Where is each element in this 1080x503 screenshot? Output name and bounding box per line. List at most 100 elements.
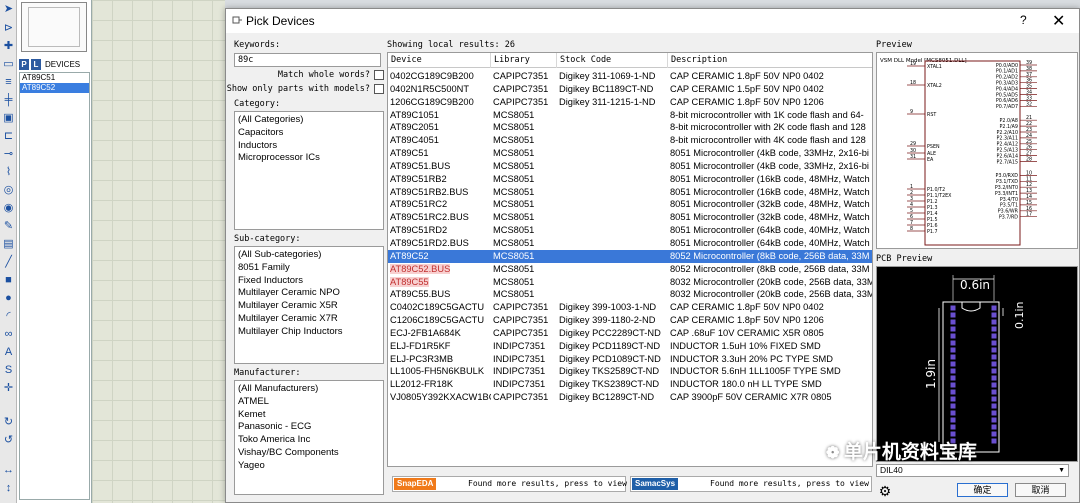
- result-device: AT89C4051: [388, 134, 491, 147]
- line-icon[interactable]: ╱: [2, 256, 15, 269]
- manufacturer-item[interactable]: ATMEL: [235, 396, 383, 409]
- device-pin-icon[interactable]: ⊸: [2, 148, 15, 161]
- result-row[interactable]: 0402N1R5C500NT CAPIPC7351 Digikey BC1189CT…: [388, 83, 872, 96]
- virtual-instrument-icon[interactable]: ▤: [2, 238, 15, 251]
- tape-recorder-icon[interactable]: ◎: [2, 184, 15, 197]
- circle-icon[interactable]: ●: [2, 292, 15, 305]
- show-only-models-checkbox[interactable]: [374, 84, 384, 94]
- category-item[interactable]: Capacitors: [235, 127, 383, 140]
- result-row[interactable]: ELJ-FD1R5KF INDIPC7351 Digikey PCD1189CT-N…: [388, 340, 872, 353]
- result-row[interactable]: LL2012-FR18K INDIPC7351 Digikey TKS2389CT-…: [388, 378, 872, 391]
- pick-devices-button[interactable]: P: [19, 59, 29, 70]
- match-whole-words-checkbox[interactable]: [374, 70, 384, 80]
- result-row[interactable]: 1206CG189C9B200 CAPIPC7351 Digikey 311-121…: [388, 96, 872, 109]
- subcategory-item[interactable]: Multilayer Ceramic X7R: [235, 313, 383, 326]
- subcategory-item[interactable]: Multilayer Chip Inductors: [235, 326, 383, 339]
- overview-window[interactable]: [21, 2, 87, 52]
- pin-number: 21: [1026, 115, 1032, 121]
- category-item[interactable]: Microprocessor ICs: [235, 152, 383, 165]
- device-list[interactable]: AT89C51 AT89C52: [19, 72, 90, 500]
- help-button[interactable]: ?: [1020, 13, 1027, 27]
- device-item-selected[interactable]: AT89C52: [20, 83, 89, 93]
- keywords-input[interactable]: 89c: [234, 53, 381, 67]
- result-row[interactable]: LL1005-FH5N6KBULK INDIPC7351 Digikey TKS25…: [388, 365, 872, 378]
- result-row[interactable]: AT89C55.BUS MCS8051 8032 Microcontroller (…: [388, 288, 872, 301]
- manufacturer-item[interactable]: Toko America Inc: [235, 434, 383, 447]
- result-row[interactable]: AT89C1051 MCS8051 8-bit microcontroller wi…: [388, 109, 872, 122]
- manufacturer-list[interactable]: (All Manufacturers) ATMEL Kemet Panasoni…: [234, 380, 384, 495]
- rotate-ccw-icon[interactable]: ↺: [2, 434, 15, 447]
- result-row[interactable]: VJ0805Y392KXACW1BC CAPIPC7351 Digikey BC12…: [388, 391, 872, 404]
- result-device-text: VJ0805Y392KXACW1BC: [390, 392, 491, 403]
- component-mode-icon[interactable]: ⊳: [2, 22, 15, 35]
- result-row[interactable]: AT89C4051 MCS8051 8-bit microcontroller wi…: [388, 134, 872, 147]
- device-item[interactable]: AT89C51: [20, 73, 89, 83]
- mirror-vertical-icon[interactable]: ↕: [2, 482, 15, 495]
- gear-icon[interactable]: ⚙: [877, 483, 893, 499]
- symbol-icon[interactable]: S: [2, 364, 15, 377]
- library-manager-button[interactable]: L: [31, 59, 41, 70]
- result-row[interactable]: ECJ-2FB1A684K CAPIPC7351 Digikey PCC2289CT…: [388, 327, 872, 340]
- result-row[interactable]: AT89C51RD2 MCS8051 8051 Microcontroller (6…: [388, 224, 872, 237]
- manufacturer-item[interactable]: Vishay/BC Components: [235, 447, 383, 460]
- result-row[interactable]: AT89C51.BUS MCS8051 8051 Microcontroller (…: [388, 160, 872, 173]
- junction-dot-icon[interactable]: ✚: [2, 40, 15, 53]
- result-row[interactable]: C0402C189C5GACTU CAPIPC7351 Digikey 399-10…: [388, 301, 872, 314]
- marker-icon[interactable]: ✛: [2, 382, 15, 395]
- result-row[interactable]: AT89C52.BUS MCS8051 8052 Microcontroller (…: [388, 263, 872, 276]
- column-device[interactable]: Device: [388, 53, 491, 68]
- schematic-workspace[interactable]: [92, 0, 225, 503]
- box-icon[interactable]: ■: [2, 274, 15, 287]
- category-item[interactable]: Inductors: [235, 140, 383, 153]
- package-select[interactable]: DIL40 ▼: [876, 464, 1069, 477]
- result-row[interactable]: ELJ-PC3R3MB INDIPC7351 Digikey PCD1089CT-N…: [388, 353, 872, 366]
- column-library[interactable]: Library: [491, 53, 557, 68]
- selection-arrow-icon[interactable]: ➤: [2, 3, 15, 16]
- subcategory-list[interactable]: (All Sub-categories) 8051 Family Fixed I…: [234, 246, 384, 364]
- samacsys-button[interactable]: SamacSys Found more results, press to vi…: [630, 476, 872, 492]
- result-row[interactable]: 0402CG189C9B200 CAPIPC7351 Digikey 311-106…: [388, 70, 872, 83]
- result-row[interactable]: C1206C189C5GACTU CAPIPC7351 Digikey 399-11…: [388, 314, 872, 327]
- column-stock-code[interactable]: Stock Code: [557, 53, 668, 68]
- snapeda-button[interactable]: SnapEDA Found more results, press to vie…: [392, 476, 627, 492]
- subcategory-item[interactable]: 8051 Family: [235, 262, 383, 275]
- manufacturer-item[interactable]: Panasonic - ECG: [235, 421, 383, 434]
- rotate-cw-icon[interactable]: ↻: [2, 416, 15, 429]
- manufacturer-item[interactable]: Kemet: [235, 409, 383, 422]
- arc-icon[interactable]: ◜: [2, 310, 15, 323]
- mirror-horizontal-icon[interactable]: ↔: [2, 464, 15, 477]
- results-table[interactable]: Device Library Stock Code Description 04…: [387, 52, 873, 467]
- subcategory-item[interactable]: Fixed Inductors: [235, 275, 383, 288]
- manufacturer-item[interactable]: Yageo: [235, 460, 383, 473]
- close-button[interactable]: ✕: [1052, 11, 1065, 31]
- result-row-selected[interactable]: AT89C52 MCS8051 8052 Microcontroller (8kB …: [388, 249, 872, 263]
- result-row[interactable]: AT89C51RD2.BUS MCS8051 8051 Microcontrolle…: [388, 237, 872, 250]
- graph-icon[interactable]: ⌇: [2, 166, 15, 179]
- category-item[interactable]: (All Categories): [235, 114, 383, 127]
- subcategory-item[interactable]: Multilayer Ceramic NPO: [235, 287, 383, 300]
- category-list[interactable]: (All Categories) Capacitors Inductors Mi…: [234, 111, 384, 230]
- subcategory-item[interactable]: (All Sub-categories): [235, 249, 383, 262]
- pin-number: 27: [1026, 151, 1032, 157]
- subcategory-item[interactable]: Multilayer Ceramic X5R: [235, 300, 383, 313]
- wire-label-icon[interactable]: ▭: [2, 58, 15, 71]
- voltage-probe-icon[interactable]: ✎: [2, 220, 15, 233]
- result-row[interactable]: AT89C51RC2.BUS MCS8051 8051 Microcontrolle…: [388, 211, 872, 224]
- manufacturer-item[interactable]: (All Manufacturers): [235, 383, 383, 396]
- result-row[interactable]: AT89C55 MCS8051 8032 Microcontroller (20kB…: [388, 276, 872, 289]
- subcircuit-icon[interactable]: ▣: [2, 112, 15, 125]
- result-row[interactable]: AT89C51RB2.BUS MCS8051 8051 Microcontrolle…: [388, 186, 872, 199]
- ok-button[interactable]: 确定: [957, 483, 1008, 497]
- result-row[interactable]: AT89C51RB2 MCS8051 8051 Microcontroller (1…: [388, 173, 872, 186]
- text-script-icon[interactable]: ≡: [2, 76, 15, 89]
- result-row[interactable]: AT89C51RC2 MCS8051 8051 Microcontroller (3…: [388, 198, 872, 211]
- bus-icon[interactable]: ╪: [2, 94, 15, 107]
- result-row[interactable]: AT89C2051 MCS8051 8-bit microcontroller wi…: [388, 121, 872, 134]
- terminal-icon[interactable]: ⊏: [2, 130, 15, 143]
- path-icon[interactable]: ∞: [2, 328, 15, 341]
- column-description[interactable]: Description: [668, 53, 872, 68]
- generator-icon[interactable]: ◉: [2, 202, 15, 215]
- result-row[interactable]: AT89C51 MCS8051 8051 Microcontroller (4kB …: [388, 147, 872, 160]
- cancel-button[interactable]: 取消: [1015, 483, 1066, 497]
- text-icon[interactable]: A: [2, 346, 15, 359]
